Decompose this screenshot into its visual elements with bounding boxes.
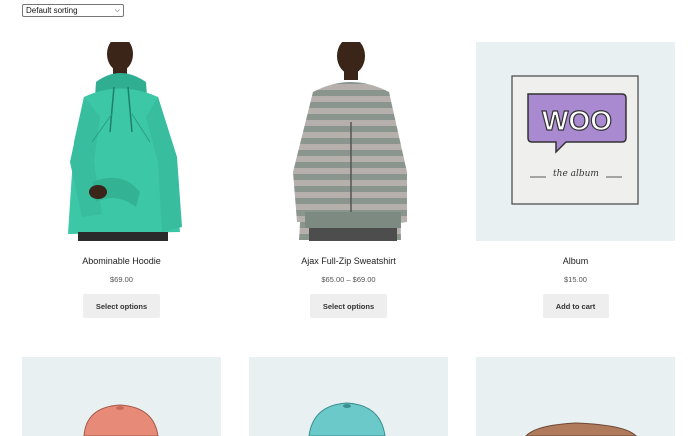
album-caption: the album (553, 169, 599, 179)
sorting-value: Default sorting (26, 6, 78, 15)
product-price: $65.00 – $69.00 (321, 275, 376, 284)
product-title[interactable]: Abominable Hoodie (22, 256, 221, 266)
product-price: $15.00 (564, 275, 587, 284)
sorting-select[interactable]: Default sorting ⌵ (22, 4, 124, 17)
product-image-red-cap[interactable] (22, 357, 221, 436)
product-card-ajax-sweatshirt: Ajax Full-Zip Sweatshirt $65.00 – $69.00… (249, 42, 448, 318)
product-price: $69.00 (110, 275, 133, 284)
product-image-woo-album[interactable]: WOO the album (476, 42, 675, 241)
product-card-album: WOO the album Album $15.00 Add to cart (476, 42, 675, 318)
product-image-striped-zip-hoodie[interactable] (249, 42, 448, 241)
product-image-brown-hat[interactable] (476, 357, 675, 436)
album-logo-text: WOO (542, 105, 612, 136)
product-image-blue-cap[interactable] (249, 357, 448, 436)
product-image-teal-hoodie[interactable] (22, 42, 221, 241)
add-to-cart-button[interactable]: Add to cart (542, 294, 609, 318)
select-options-button[interactable]: Select options (83, 294, 160, 318)
shop-page: Default sorting ⌵ Abominable Hoodie $69.… (0, 0, 700, 436)
product-title[interactable]: Ajax Full-Zip Sweatshirt (249, 256, 448, 266)
product-card-abominable-hoodie: Abominable Hoodie $69.00 Select options (22, 42, 221, 318)
product-title[interactable]: Album (476, 256, 675, 266)
chevron-down-icon: ⌵ (114, 6, 120, 14)
select-options-button[interactable]: Select options (310, 294, 387, 318)
